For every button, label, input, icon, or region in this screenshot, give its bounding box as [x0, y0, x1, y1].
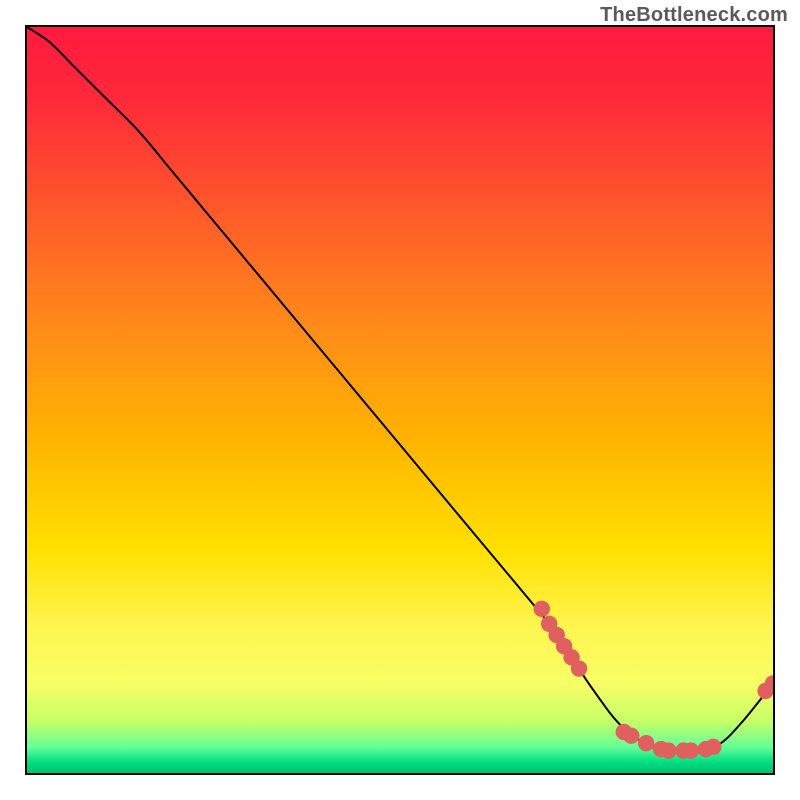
bottleneck-curve	[27, 27, 773, 753]
data-marker	[534, 601, 550, 617]
data-marker	[660, 742, 676, 758]
marker-group	[534, 601, 773, 759]
curve-layer	[27, 27, 773, 773]
plot-area	[25, 25, 775, 775]
data-marker	[705, 739, 721, 755]
data-marker	[623, 727, 639, 743]
data-marker	[571, 660, 587, 676]
chart-frame: TheBottleneck.com	[0, 0, 800, 800]
watermark-text: TheBottleneck.com	[600, 4, 788, 27]
data-marker	[683, 742, 699, 758]
data-marker	[638, 735, 654, 751]
